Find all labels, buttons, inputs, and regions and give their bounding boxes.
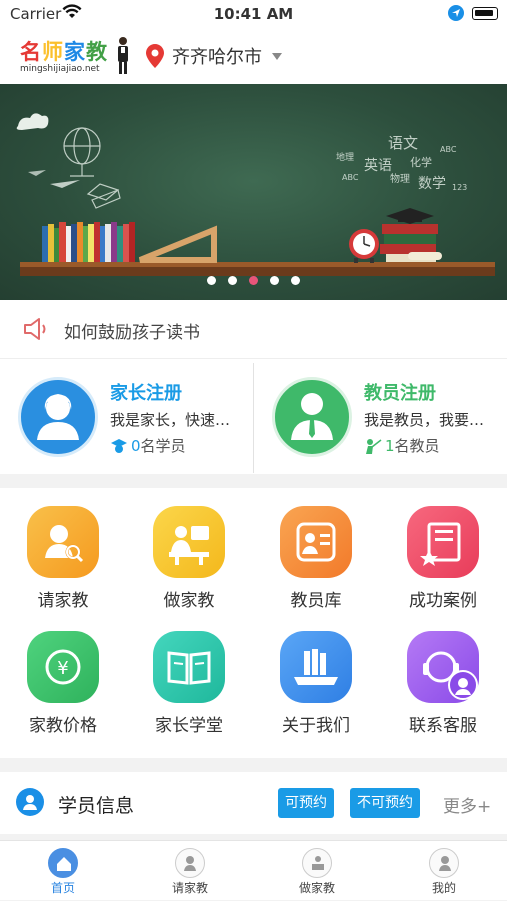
teacher-count: 1 名教员 [364,435,440,456]
student-count: 0 名学员 [110,435,186,456]
student-info-title: 学员信息 [58,795,135,817]
filter-unavailable-button[interactable]: 不可预约 [350,788,420,818]
teacher-pointer-icon [366,438,382,454]
tab-label: 我的 [431,881,456,895]
customer-service-icon [407,631,479,703]
menu-item-teach[interactable]: 做家教 [126,488,252,613]
tab-mine[interactable]: 我的 [381,841,507,901]
tab-bar: 首页 请家教 做家教 我的 [0,840,507,900]
menu-label: 联系客服 [409,716,477,736]
tab-teach[interactable]: 做家教 [254,841,380,901]
carousel-dot-active[interactable] [249,276,258,285]
menu-label: 成功案例 [409,591,477,611]
chevron-down-icon [272,52,282,60]
price-icon: ¥ [27,631,99,703]
menu-label: 教员库 [290,591,342,611]
svg-text:ABC: ABC [440,145,457,154]
carousel-dot[interactable] [270,276,279,285]
svg-text:ABC: ABC [342,173,359,182]
student-info-section: 学员信息 可预约 不可预约 更多+ [0,772,507,834]
teacher-count-number: 1 [385,436,395,455]
tab-label: 做家教 [298,881,335,895]
banner-carousel[interactable]: 语文 英语 化学 数学 物理 地理 ABC ABC 123 [0,84,507,300]
tab-find-tutor[interactable]: 请家教 [127,841,253,901]
teacher-avatar-icon [272,377,352,457]
menu-label: 做家教 [163,591,215,611]
teacher-count-label: 名教员 [394,437,440,455]
teacher-register-title: 教员注册 [364,383,436,404]
parent-register-desc: 我是家长，快速找老师 [110,411,242,429]
location-arrow-icon [448,5,464,21]
student-info-icon [16,788,44,816]
svg-text:¥: ¥ [57,658,68,679]
teacher-library-icon [280,506,352,578]
tab-label: 首页 [50,881,75,895]
menu-item-customer-service[interactable]: 联系客服 [380,613,506,738]
menu-item-parent-school[interactable]: 家长学堂 [126,613,252,738]
menu-item-price[interactable]: ¥ 家教价格 [0,613,126,738]
menu-label: 请家教 [37,591,89,611]
more-link[interactable]: 更多+ [443,792,491,817]
menu-item-find-tutor[interactable]: 请家教 [0,488,126,613]
graduate-icon [111,438,127,453]
clock: 10:41 AM [213,5,294,23]
teacher-figure-icon [118,37,128,74]
city-selector[interactable]: 齐齐哈尔市 [146,42,282,70]
menu-item-about-us[interactable]: 关于我们 [253,613,379,738]
svg-text:物理: 物理 [390,172,410,185]
map-pin-icon [146,44,164,68]
student-count-label: 名学员 [140,437,186,455]
svg-text:地理: 地理 [336,151,354,163]
menu-label: 家长学堂 [155,716,223,736]
teach-icon [153,506,225,578]
city-name: 齐齐哈尔市 [172,47,262,68]
about-us-icon [280,631,352,703]
tab-home[interactable]: 首页 [0,841,126,901]
teacher-register-desc: 我是教员，我要做家教 [364,411,496,429]
menu-label: 关于我们 [282,716,350,736]
registration-section: 家长注册 我是家长，快速找老师 0 名学员 教员注册 我是教员，我要做家教 1 … [0,358,507,474]
menu-item-success-case[interactable]: 成功案例 [380,488,506,613]
menu-item-teacher-library[interactable]: 教员库 [253,488,379,613]
app-logo[interactable]: 名师家教 mingshijiajiao.net [18,34,133,78]
logo-brand: 名师家教 [20,40,108,64]
svg-text:化学: 化学 [410,155,432,169]
svg-text:数学: 数学 [418,176,446,192]
tab-label: 请家教 [171,881,208,895]
profile-icon [429,848,459,878]
notice-text: 如何鼓励孩子读书 [64,323,200,343]
svg-text:英语: 英语 [364,157,392,174]
find-tutor-icon [27,506,99,578]
find-tutor-tab-icon [175,848,205,878]
carousel-dot[interactable] [291,276,300,285]
carousel-dot[interactable] [228,276,237,285]
battery-icon [472,7,498,20]
parent-school-icon [153,631,225,703]
parent-register-card[interactable]: 家长注册 我是家长，快速找老师 0 名学员 [0,359,253,475]
svg-text:123: 123 [452,183,467,192]
teach-tab-icon [302,848,332,878]
parent-avatar-icon [18,377,98,457]
filter-available-button[interactable]: 可预约 [278,788,334,818]
teacher-register-card[interactable]: 教员注册 我是教员，我要做家教 1 名教员 [254,359,507,475]
chalk-word: 语文 [388,134,418,152]
app-header: 名师家教 mingshijiajiao.net 齐齐哈尔市 [0,28,507,84]
carousel-dot[interactable] [207,276,216,285]
carousel-indicator [0,276,507,290]
success-case-icon [407,506,479,578]
speaker-icon [24,318,46,340]
notice-bar[interactable]: 如何鼓励孩子读书 [0,300,507,358]
menu-grid: 请家教 做家教 教员库 成功案例 ¥ 家教价格 家长学堂 关于我们 联系客服 [0,488,507,758]
banner-illustration: 语文 英语 化学 数学 物理 地理 ABC ABC 123 [16,113,495,276]
menu-label: 家教价格 [29,716,97,736]
status-bar: Carrier 10:41 AM [0,0,507,28]
parent-register-title: 家长注册 [110,383,182,404]
student-count-number: 0 [131,436,141,455]
home-icon [48,848,78,878]
logo-domain: mingshijiajiao.net [20,64,100,74]
